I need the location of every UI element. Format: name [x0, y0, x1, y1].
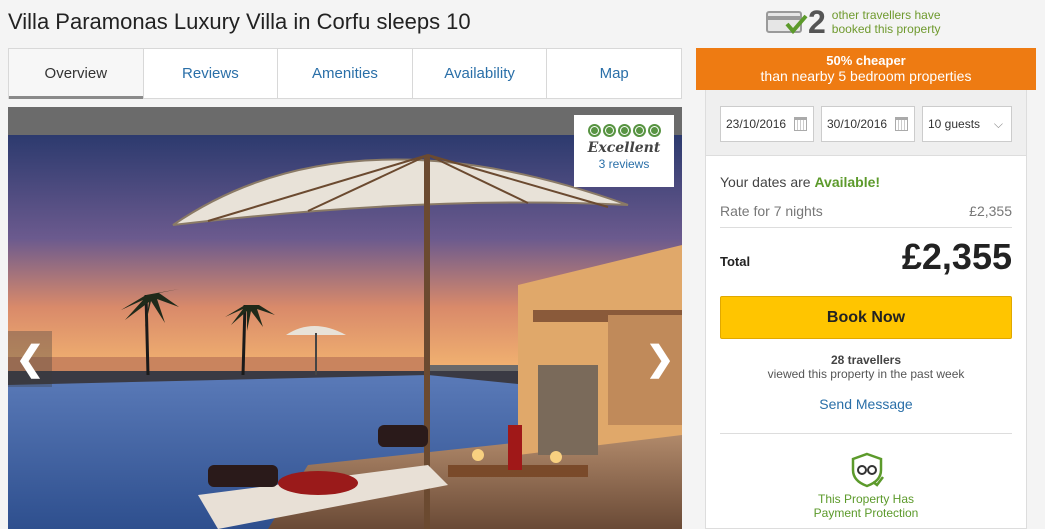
tab-reviews[interactable]: Reviews [144, 49, 279, 98]
rate-label: Rate for 7 nights [720, 203, 823, 219]
booked-text: other travellers have booked this proper… [831, 8, 941, 36]
tab-bar: Overview Reviews Amenities Availability … [8, 48, 682, 99]
booked-notice: 2 other travellers have booked this prop… [766, 5, 941, 39]
rating-bubbles-icon [574, 124, 674, 137]
guests-select[interactable]: 10 guests ⌵ [922, 106, 1012, 142]
property-page: Villa Paramonas Luxury Villa in Corfu sl… [0, 0, 1045, 529]
tab-availability[interactable]: Availability [413, 49, 548, 98]
deal-banner: 50% cheaper than nearby 5 bedroom proper… [696, 48, 1036, 90]
send-message-link[interactable]: Send Message [720, 396, 1012, 412]
total-amount: £2,355 [901, 236, 1012, 277]
payment-protection-text: This Property Has Payment Protection [813, 492, 919, 520]
divider [720, 433, 1012, 434]
book-now-button[interactable]: Book Now [720, 296, 1012, 339]
tab-map[interactable]: Map [547, 49, 681, 98]
villa-pool-photo [8, 135, 682, 529]
gallery-next-button[interactable]: ❯ [638, 331, 682, 387]
payment-protection-shield-icon [851, 452, 884, 488]
total-row: Total £2,355 [720, 236, 1012, 278]
tab-amenities[interactable]: Amenities [278, 49, 413, 98]
chevron-left-icon: ❮ [15, 340, 45, 378]
booking-panel: 23/10/2016 30/10/2016 10 guests ⌵ Your d… [705, 90, 1027, 529]
tripadvisor-rating-badge[interactable]: Excellent 3 reviews [574, 115, 674, 187]
calendar-icon [794, 117, 807, 131]
photo-gallery[interactable]: ❮ ❯ Excellent 3 reviews [8, 107, 682, 529]
chevron-right-icon: ❯ [645, 340, 675, 378]
rating-text: Excellent [587, 140, 661, 156]
chevron-down-icon: ⌵ [993, 117, 1003, 131]
date-guest-selector: 23/10/2016 30/10/2016 10 guests ⌵ [706, 90, 1026, 156]
tab-overview[interactable]: Overview [9, 49, 144, 99]
availability-status: Your dates are Available! [720, 174, 881, 190]
checkout-date-field[interactable]: 30/10/2016 [821, 106, 915, 142]
deal-subtext: than nearby 5 bedroom properties [760, 68, 972, 84]
booked-count: 2 [808, 4, 826, 40]
deal-headline: 50% cheaper [826, 53, 906, 68]
viewed-notice: 28 travellers viewed this property in th… [767, 353, 965, 381]
available-label: Available! [814, 174, 881, 190]
gallery-prev-button[interactable]: ❮ [8, 331, 52, 387]
rate-value: £2,355 [969, 203, 1012, 219]
reviews-link[interactable]: 3 reviews [574, 157, 674, 171]
checkin-date-field[interactable]: 23/10/2016 [720, 106, 814, 142]
calendar-icon [895, 117, 908, 131]
total-label: Total [720, 253, 751, 269]
rate-row: Rate for 7 nights £2,355 [720, 203, 1012, 228]
page-title: Villa Paramonas Luxury Villa in Corfu sl… [8, 9, 471, 34]
credit-card-check-icon [766, 8, 808, 36]
